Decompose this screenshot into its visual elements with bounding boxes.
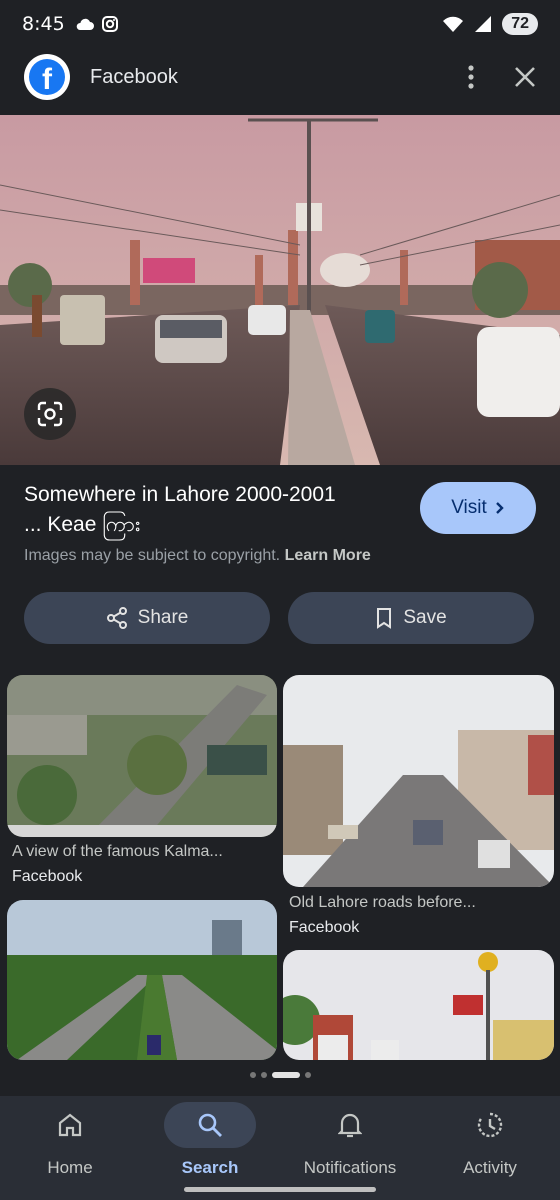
related-caption-2[interactable]: Old Lahore roads before... xyxy=(289,894,476,912)
nav-activity-label: Activity xyxy=(463,1158,517,1177)
related-source-2: Facebook xyxy=(289,919,360,936)
nav-search-label: Search xyxy=(181,1158,239,1177)
result-title-line-2[interactable]: ... Keae ကြား xyxy=(24,510,404,540)
battery-indicator: 72 xyxy=(502,13,538,35)
old-lahore-road-photo xyxy=(283,675,554,887)
related-source-1: Facebook xyxy=(12,868,83,885)
save-label: Save xyxy=(403,607,447,628)
result-title-line-1[interactable]: Somewhere in Lahore 2000-2001 xyxy=(24,480,404,510)
copyright-notice: Images may be subject to copyright. Lear… xyxy=(24,547,371,565)
facebook-logo: f xyxy=(24,54,70,100)
related-caption-1[interactable]: A view of the famous Kalma... xyxy=(12,843,223,861)
pager-dot-active xyxy=(271,1072,300,1078)
share-label: Share xyxy=(137,607,189,628)
viewer-top-bar: f Facebook xyxy=(0,50,560,104)
visit-button[interactable]: Visit xyxy=(420,482,536,534)
lens-button[interactable] xyxy=(24,388,76,440)
main-image[interactable] xyxy=(0,115,560,465)
bookmark-icon xyxy=(377,608,392,629)
google-lens-icon xyxy=(37,401,63,427)
related-image-2[interactable] xyxy=(283,675,554,887)
related-image-1[interactable] xyxy=(7,675,277,837)
more-vert-icon[interactable] xyxy=(468,65,474,89)
nav-notifications[interactable]: Notifications xyxy=(280,1102,420,1178)
nav-home[interactable]: Home xyxy=(0,1102,140,1178)
signal-icon xyxy=(475,16,492,32)
copyright-text: Images may be subject to copyright. xyxy=(24,547,281,564)
status-bar: 8:45 72 xyxy=(0,0,560,48)
related-image-3[interactable] xyxy=(7,900,277,1060)
save-button[interactable]: Save xyxy=(288,592,534,644)
pager-dot xyxy=(260,1072,267,1078)
related-image-4[interactable] xyxy=(283,950,554,1060)
source-title[interactable]: Facebook xyxy=(90,66,178,89)
share-button[interactable]: Share xyxy=(24,592,270,644)
result-caption: Somewhere in Lahore 2000-2001 ... Keae က… xyxy=(24,480,404,540)
lahore-street-photo xyxy=(0,115,560,465)
green-boulevard-photo xyxy=(7,900,277,1060)
search-icon xyxy=(198,1113,222,1137)
weather-icon xyxy=(76,18,94,30)
kalma-chowk-photo xyxy=(7,675,277,837)
bell-icon xyxy=(338,1113,362,1138)
instagram-icon xyxy=(101,16,118,32)
bottom-navigation: Home Search Notifications Activity xyxy=(0,1096,560,1200)
learn-more-link[interactable]: Learn More xyxy=(285,547,371,564)
pager-dot xyxy=(249,1072,256,1078)
home-icon xyxy=(58,1113,82,1137)
activity-icon xyxy=(477,1112,503,1138)
carousel-pager xyxy=(0,1072,560,1078)
lahore-street-sign-photo xyxy=(283,950,554,1060)
nav-search[interactable]: Search xyxy=(140,1102,280,1178)
visit-label: Visit xyxy=(451,497,487,518)
nav-notifications-label: Notifications xyxy=(303,1158,397,1177)
close-icon[interactable] xyxy=(514,66,536,88)
nav-activity[interactable]: Activity xyxy=(420,1102,560,1178)
wifi-icon xyxy=(443,16,464,32)
status-time: 8:45 xyxy=(22,13,65,35)
nav-home-label: Home xyxy=(47,1158,93,1177)
pager-dot xyxy=(304,1072,311,1078)
share-icon xyxy=(106,607,127,629)
chevron-right-icon xyxy=(495,502,504,514)
gesture-handle xyxy=(184,1187,376,1192)
